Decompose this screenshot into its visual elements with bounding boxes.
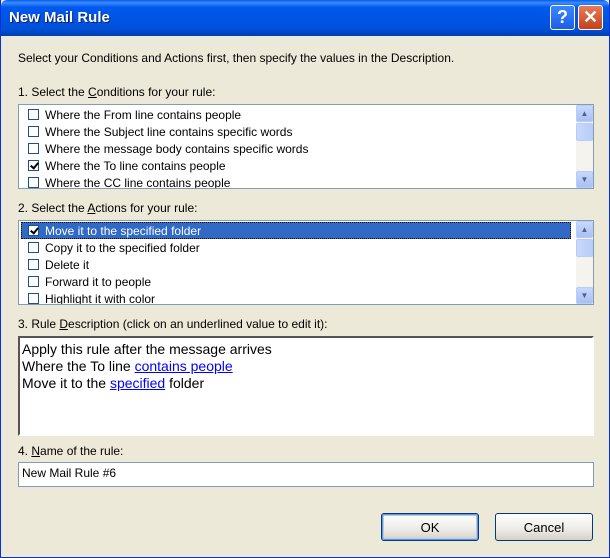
conditions-scrollbar[interactable]: ▲ ▼ <box>576 105 593 188</box>
new-mail-rule-dialog: New Mail Rule ? ✕ Select your Conditions… <box>0 0 610 558</box>
description-line: Where the To line contains people <box>22 358 233 374</box>
cancel-button[interactable]: Cancel <box>495 513 593 541</box>
condition-item[interactable]: Where the To line contains people <box>21 157 571 174</box>
action-label: Forward it to people <box>45 274 152 289</box>
close-button[interactable]: ✕ <box>578 5 603 30</box>
action-item[interactable]: Forward it to people <box>21 273 571 290</box>
scroll-down-icon: ▼ <box>580 291 589 300</box>
checkbox[interactable] <box>28 293 39 304</box>
checkbox[interactable] <box>28 126 39 137</box>
scroll-down-button[interactable]: ▼ <box>576 287 593 304</box>
intro-text: Select your Conditions and Actions first… <box>18 51 455 65</box>
condition-item[interactable]: Where the From line contains people <box>21 106 571 123</box>
scroll-down-button[interactable]: ▼ <box>576 171 593 188</box>
condition-item[interactable]: Where the CC line contains people <box>21 174 571 189</box>
action-label: Copy it to the specified folder <box>45 240 200 255</box>
contains-people-link[interactable]: contains people <box>135 358 233 374</box>
checkbox[interactable] <box>28 143 39 154</box>
scroll-up-button[interactable]: ▲ <box>576 221 593 238</box>
window-title: New Mail Rule <box>9 9 110 26</box>
description-line: Apply this rule after the message arrive… <box>22 341 272 357</box>
specified-folder-link[interactable]: specified <box>110 375 165 391</box>
scroll-down-icon: ▼ <box>580 175 589 184</box>
description-line: Move it to the specified folder <box>22 375 205 391</box>
ok-button[interactable]: OK <box>381 513 479 541</box>
action-item[interactable]: Copy it to the specified folder <box>21 239 571 256</box>
checkbox[interactable] <box>28 177 39 188</box>
conditions-label: 1. Select the Conditions for your rule: <box>18 85 216 99</box>
checkbox[interactable] <box>28 276 39 287</box>
condition-label: Where the CC line contains people <box>45 175 231 189</box>
actions-scrollbar[interactable]: ▲ ▼ <box>576 221 593 304</box>
condition-label: Where the From line contains people <box>45 107 242 122</box>
condition-label: Where the Subject line contains specific… <box>45 124 293 139</box>
description-label: 3. Rule Description (click on an underli… <box>18 317 328 331</box>
rule-description: Apply this rule after the message arrive… <box>18 336 594 436</box>
checkbox-checked[interactable] <box>28 225 39 236</box>
condition-item[interactable]: Where the Subject line contains specific… <box>21 123 571 140</box>
checkbox[interactable] <box>28 242 39 253</box>
checkbox-checked[interactable] <box>28 160 39 171</box>
scroll-up-icon: ▲ <box>580 109 589 118</box>
action-label: Delete it <box>45 257 90 272</box>
checkbox[interactable] <box>28 259 39 270</box>
action-item-selected[interactable]: Move it to the specified folder <box>21 222 571 239</box>
actions-label: 2. Select the Actions for your rule: <box>18 201 198 215</box>
condition-label: Where the To line contains people <box>45 158 226 173</box>
help-button[interactable]: ? <box>550 5 575 30</box>
scroll-thumb[interactable] <box>576 123 593 141</box>
conditions-list[interactable]: Where the From line contains people Wher… <box>18 104 594 189</box>
scroll-up-icon: ▲ <box>580 225 589 234</box>
name-label: 4. Name of the rule: <box>18 444 124 458</box>
rule-name-input[interactable]: New Mail Rule #6 <box>18 462 594 487</box>
scroll-thumb[interactable] <box>576 239 593 257</box>
condition-item[interactable]: Where the message body contains specific… <box>21 140 571 157</box>
action-item[interactable]: Delete it <box>21 256 571 273</box>
scroll-up-button[interactable]: ▲ <box>576 105 593 122</box>
actions-list[interactable]: Move it to the specified folder Copy it … <box>18 220 594 305</box>
help-icon: ? <box>557 7 568 27</box>
title-bar[interactable]: New Mail Rule ? ✕ <box>1 0 609 36</box>
checkbox[interactable] <box>28 109 39 120</box>
condition-label: Where the message body contains specific… <box>45 141 309 156</box>
action-label: Highlight it with color <box>45 291 156 305</box>
close-icon: ✕ <box>582 7 599 27</box>
action-item[interactable]: Highlight it with color <box>21 290 571 305</box>
action-label: Move it to the specified folder <box>45 223 202 238</box>
